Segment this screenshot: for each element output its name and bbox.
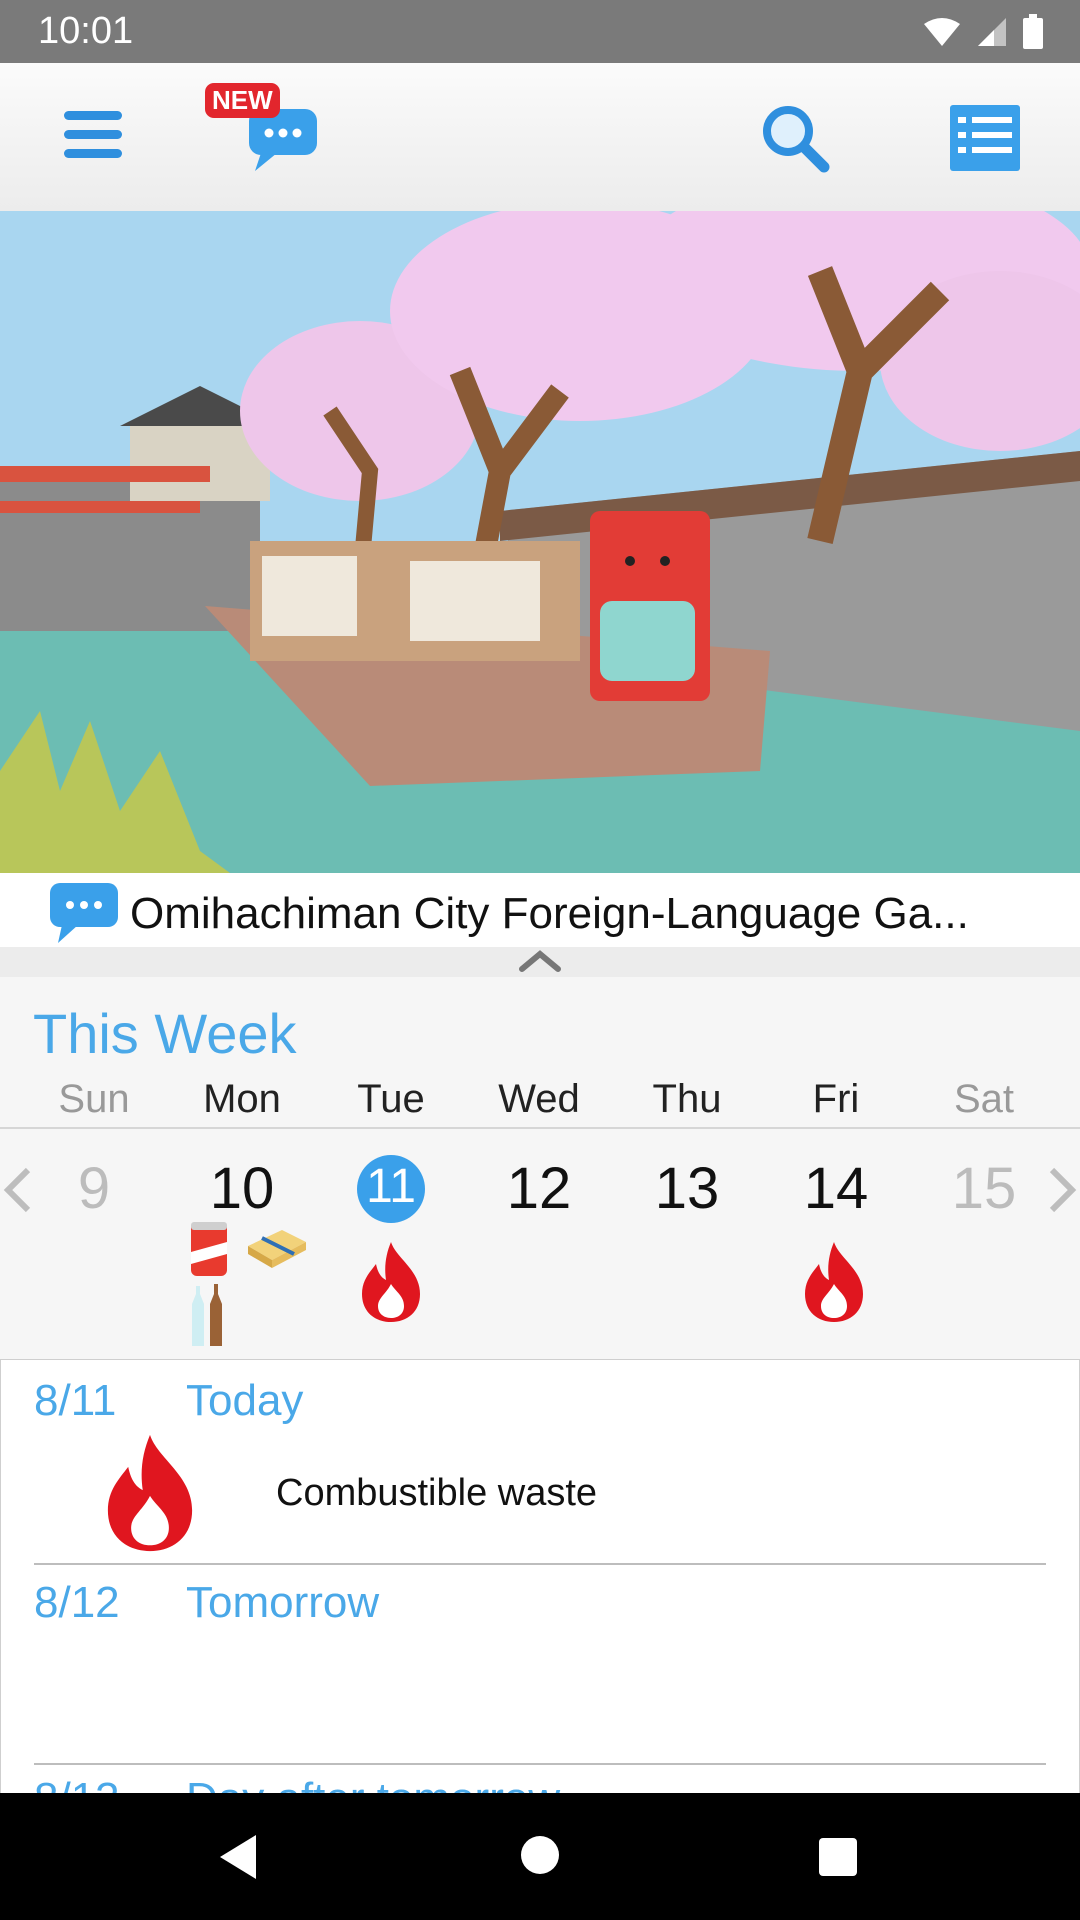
status-time: 10:01 bbox=[38, 10, 134, 52]
schedule-date: 8/11 bbox=[34, 1376, 117, 1425]
schedule-item-text: Combustible waste bbox=[276, 1472, 598, 1514]
schedule-day-label: Today bbox=[186, 1376, 304, 1425]
date-wed[interactable]: 12 bbox=[469, 1155, 609, 1222]
news-text: Omihachiman City Foreign-Language Ga... bbox=[130, 889, 969, 938]
day-name-tue: Tue bbox=[357, 1077, 425, 1121]
battery-icon bbox=[1023, 14, 1043, 49]
date-fri[interactable]: 14 bbox=[766, 1155, 906, 1222]
day-name-sun: Sun bbox=[58, 1077, 130, 1121]
can-icon bbox=[191, 1222, 227, 1276]
collapse-handle[interactable] bbox=[0, 947, 1080, 977]
week-title: This Week bbox=[33, 1002, 297, 1065]
fire-icon bbox=[362, 1242, 420, 1322]
list-view-button[interactable] bbox=[950, 105, 1020, 176]
hero-illustration[interactable] bbox=[0, 211, 1080, 873]
speech-bubble-icon bbox=[50, 883, 118, 943]
hamburger-menu-icon bbox=[64, 111, 122, 158]
day-name-sat: Sat bbox=[953, 1077, 1015, 1121]
date-mon[interactable]: 10 bbox=[172, 1155, 312, 1222]
wifi-icon bbox=[924, 18, 960, 46]
date-thu[interactable]: 13 bbox=[617, 1155, 757, 1222]
schedule-day-label: Day after tomorrow bbox=[186, 1774, 560, 1794]
status-bar: 10:01 bbox=[0, 0, 1080, 63]
status-icons bbox=[922, 14, 1044, 50]
news-row[interactable]: Omihachiman City Foreign-Language Ga... bbox=[0, 873, 1080, 947]
list-view-icon bbox=[950, 105, 1020, 171]
canal-boat-illustration bbox=[0, 211, 1080, 873]
magnifier-icon bbox=[763, 106, 830, 173]
recents-icon[interactable] bbox=[818, 1837, 858, 1877]
bottles-icon bbox=[192, 1284, 222, 1346]
cellular-signal-icon bbox=[978, 18, 1006, 46]
schedule-divider bbox=[34, 1563, 1046, 1565]
newspaper-bundle-icon bbox=[248, 1230, 306, 1268]
date-tue-today[interactable]: 11 bbox=[357, 1159, 425, 1214]
day-name-thu: Thu bbox=[652, 1077, 722, 1121]
date-sat[interactable]: 15 bbox=[914, 1155, 1054, 1222]
schedule-day-label: Tomorrow bbox=[186, 1578, 380, 1627]
day-name-row: Sun Mon Tue Wed Thu Fri Sat bbox=[0, 1077, 1080, 1127]
search-button[interactable] bbox=[758, 101, 832, 180]
schedule-date: 8/12 bbox=[34, 1578, 120, 1627]
day-name-wed: Wed bbox=[498, 1077, 580, 1121]
day-name-fri: Fri bbox=[812, 1077, 860, 1121]
app-toolbar: NEW bbox=[0, 63, 1080, 212]
schedule-date: 8/13 bbox=[34, 1774, 120, 1794]
schedule-list: 8/11 Today Combustible waste 8/12 Tomorr… bbox=[0, 1359, 1080, 1795]
fire-icon bbox=[107, 1434, 193, 1552]
system-nav-bar bbox=[0, 1793, 1080, 1920]
new-badge: NEW bbox=[205, 83, 280, 118]
back-icon[interactable] bbox=[216, 1833, 260, 1881]
week-divider bbox=[0, 1127, 1080, 1129]
chevron-up-icon bbox=[519, 950, 561, 972]
menu-button[interactable] bbox=[62, 107, 126, 168]
day-name-mon: Mon bbox=[203, 1077, 281, 1121]
date-sun[interactable]: 9 bbox=[24, 1155, 164, 1222]
home-icon[interactable] bbox=[520, 1835, 560, 1875]
fire-icon bbox=[805, 1242, 863, 1322]
schedule-divider bbox=[34, 1763, 1046, 1765]
